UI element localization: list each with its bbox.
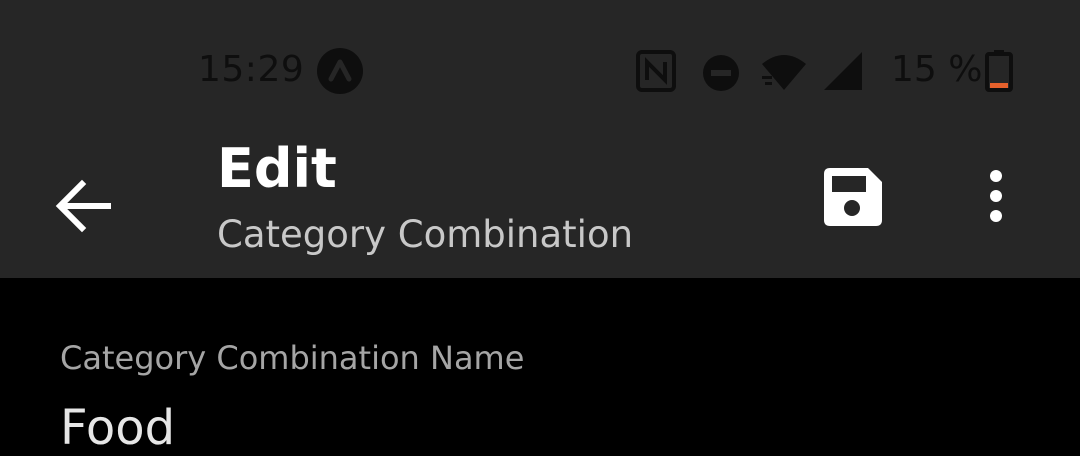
cellular-signal-icon (824, 52, 862, 90)
save-button[interactable] (816, 160, 888, 232)
battery-low-icon (985, 50, 1013, 92)
status-bar: 15:29 15 % (0, 0, 1080, 140)
name-field[interactable]: Food (60, 400, 1020, 456)
back-button[interactable] (48, 170, 120, 242)
name-field-label: Category Combination Name (60, 339, 525, 377)
page-subtitle: Category Combination (217, 213, 634, 256)
battery-percent: 15 % (891, 49, 983, 90)
app-toolbar: Edit Category Combination (0, 140, 1080, 278)
do-not-disturb-icon (703, 55, 739, 91)
page-title: Edit (217, 137, 337, 200)
arrow-back-icon (55, 179, 111, 233)
edit-form: Category Combination Name Food (0, 278, 1080, 456)
nfc-icon (636, 50, 676, 92)
save-icon (824, 168, 882, 226)
more-options-button[interactable] (966, 160, 1026, 232)
more-vert-icon (990, 170, 1002, 222)
app-notification-icon (317, 48, 363, 94)
wifi-icon (762, 55, 806, 90)
status-time: 15:29 (198, 49, 305, 90)
